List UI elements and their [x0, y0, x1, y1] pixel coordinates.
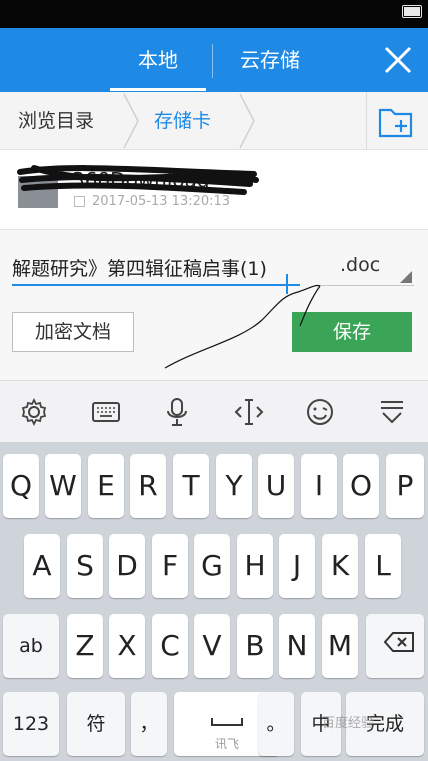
close-icon: [384, 46, 412, 74]
tab-divider: [212, 44, 213, 78]
key-numbers[interactable]: 123: [3, 692, 59, 756]
breadcrumb-root[interactable]: 浏览目录: [18, 92, 94, 150]
key-g[interactable]: G: [194, 534, 230, 598]
watermark: 百度经验: [322, 716, 375, 731]
chevron-right-icon: [239, 93, 255, 149]
key-h[interactable]: H: [237, 534, 273, 598]
key-n[interactable]: N: [279, 614, 315, 678]
hand-drawn-arrow: [164, 284, 321, 369]
key-y[interactable]: Y: [216, 454, 252, 518]
divider: [366, 92, 367, 150]
header-bar: 本地 云存储: [0, 28, 428, 92]
key-symbols[interactable]: 符: [67, 692, 125, 756]
space-icon: [211, 718, 243, 726]
key-s[interactable]: S: [67, 534, 103, 598]
redaction-scribble: [17, 165, 259, 195]
close-button[interactable]: [378, 40, 418, 80]
tab-local[interactable]: 本地: [110, 28, 206, 92]
new-folder-button[interactable]: [376, 102, 416, 142]
key-d[interactable]: D: [109, 534, 145, 598]
key-e[interactable]: E: [88, 454, 124, 518]
microphone-icon[interactable]: [160, 395, 194, 429]
key-period[interactable]: 。: [258, 692, 294, 756]
key-u[interactable]: U: [258, 454, 294, 518]
tab-cloud-storage[interactable]: 云存储: [220, 28, 320, 92]
new-folder-icon: [378, 108, 413, 138]
key-l[interactable]: L: [365, 534, 401, 598]
breadcrumb: 浏览目录 存储卡: [0, 92, 428, 150]
keyboard-toolbar: [0, 380, 428, 442]
key-a[interactable]: A: [24, 534, 60, 598]
active-tab-indicator: [110, 88, 206, 91]
key-i[interactable]: I: [301, 454, 337, 518]
key-w[interactable]: W: [45, 454, 81, 518]
battery-icon: [402, 5, 422, 18]
key-x[interactable]: X: [109, 614, 145, 678]
key-v[interactable]: V: [194, 614, 230, 678]
key-f[interactable]: F: [152, 534, 188, 598]
key-b[interactable]: B: [237, 614, 273, 678]
emoji-icon[interactable]: [303, 395, 337, 429]
delete-key[interactable]: [366, 614, 424, 678]
key-comma[interactable]: ，: [131, 692, 167, 756]
key-j[interactable]: J: [279, 534, 315, 598]
breadcrumb-sd-card[interactable]: 存储卡: [154, 92, 211, 150]
hide-keyboard-icon[interactable]: [375, 395, 409, 429]
chevron-right-icon: [123, 93, 139, 149]
key-r[interactable]: R: [130, 454, 166, 518]
key-k[interactable]: K: [322, 534, 358, 598]
key-m[interactable]: M: [322, 614, 358, 678]
gear-icon[interactable]: [17, 395, 51, 429]
cursor-move-icon[interactable]: [232, 395, 266, 429]
key-t[interactable]: T: [173, 454, 209, 518]
backspace-icon: [384, 632, 414, 652]
keyboard-icon[interactable]: [89, 395, 123, 429]
key-p[interactable]: P: [386, 454, 424, 518]
status-bar: [0, 0, 428, 28]
key-abc-toggle[interactable]: ab: [3, 614, 59, 678]
key-o[interactable]: O: [343, 454, 379, 518]
key-z[interactable]: Z: [67, 614, 103, 678]
key-c[interactable]: C: [152, 614, 188, 678]
key-q[interactable]: Q: [3, 454, 39, 518]
